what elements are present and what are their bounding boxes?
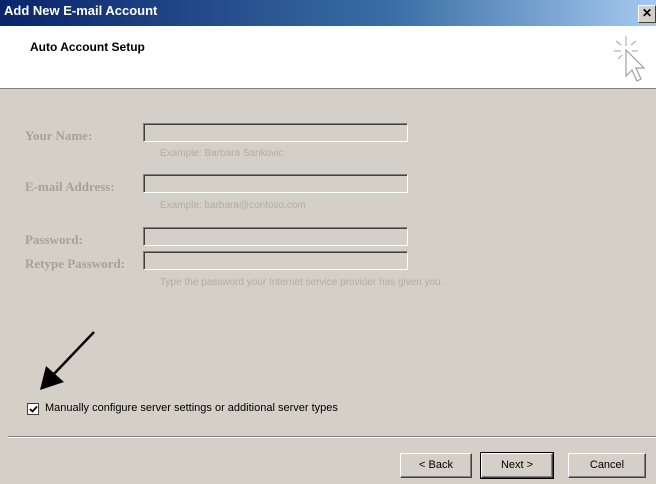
retype-password-field[interactable] xyxy=(143,251,408,270)
cursor-sparkle-icon xyxy=(614,36,646,82)
manual-config-checkbox[interactable] xyxy=(27,403,39,415)
checkmark-icon xyxy=(29,405,38,413)
back-button[interactable]: < Back xyxy=(400,453,472,478)
manual-config-label[interactable]: Manually configure server settings or ad… xyxy=(45,402,338,414)
password-field[interactable] xyxy=(143,227,408,246)
email-label: E-mail Address: xyxy=(25,179,115,194)
wizard-header: Auto Account Setup xyxy=(0,26,656,89)
next-button[interactable]: Next > xyxy=(480,452,554,479)
close-icon: ✕ xyxy=(641,6,653,20)
your-name-label: Your Name: xyxy=(25,128,93,143)
add-email-account-dialog: Add New E-mail Account ✕ Auto Account Se… xyxy=(0,0,656,484)
page-title: Auto Account Setup xyxy=(30,40,145,54)
footer-separator xyxy=(8,436,656,438)
title-bar[interactable]: Add New E-mail Account ✕ xyxy=(0,0,656,26)
close-button[interactable]: ✕ xyxy=(638,5,656,23)
window-title: Add New E-mail Account xyxy=(4,3,158,18)
your-name-hint: Example: Barbara Sankovic xyxy=(160,148,284,159)
pointer-arrow-annotation xyxy=(40,331,95,390)
cancel-button[interactable]: Cancel xyxy=(568,453,646,478)
email-field[interactable] xyxy=(143,174,408,193)
email-hint: Example: barbara@contoso.com xyxy=(160,200,306,211)
your-name-field[interactable] xyxy=(143,123,408,142)
password-hint: Type the password your Internet service … xyxy=(160,277,444,288)
retype-password-label: Retype Password: xyxy=(25,256,126,271)
password-label: Password: xyxy=(25,232,83,247)
